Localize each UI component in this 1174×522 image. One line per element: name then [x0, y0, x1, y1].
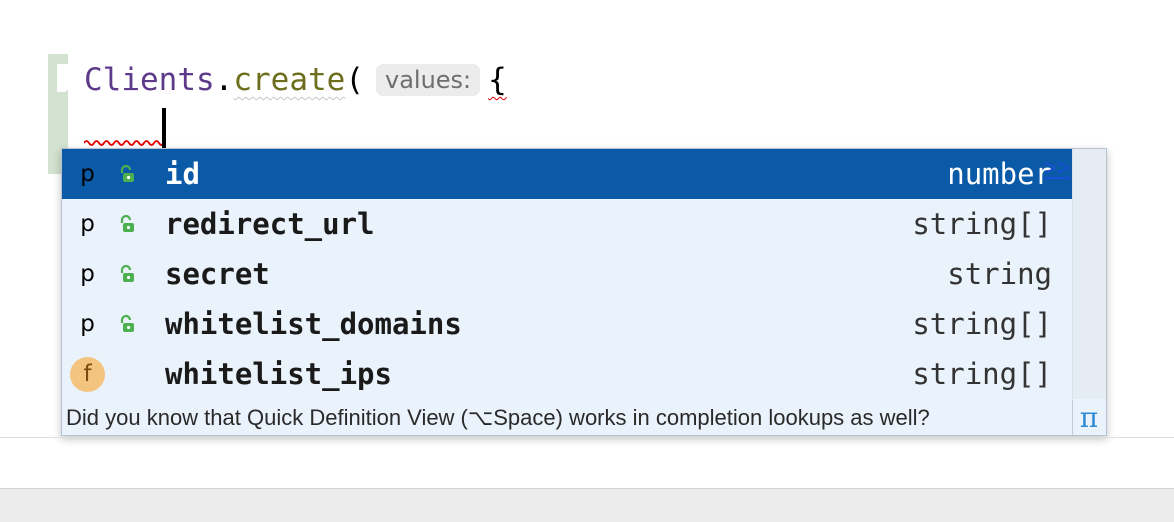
completion-item[interactable]: f whitelist_ips string[] — [62, 349, 1072, 399]
completion-item[interactable]: p id number — [62, 149, 1072, 199]
gutter-fold-notch — [57, 64, 69, 92]
kind-letter: p — [80, 161, 95, 187]
open-brace-token: { — [488, 62, 507, 98]
editor-separator — [0, 437, 1174, 438]
property-icon: p — [70, 207, 105, 242]
kind-letter: f — [83, 361, 92, 387]
public-lock-icon — [120, 214, 134, 232]
public-lock-icon — [120, 314, 134, 332]
property-icon: p — [70, 307, 105, 342]
class-token: Clients — [84, 62, 215, 98]
completion-list[interactable]: p id number p redirect_url string[] p se… — [62, 149, 1072, 399]
status-bar — [0, 488, 1174, 522]
open-paren-token: ( — [345, 62, 364, 98]
code-line[interactable]: Clients. create( values:{ — [84, 58, 507, 102]
completion-item-type: string — [947, 257, 1052, 291]
completion-item-name: secret — [165, 257, 270, 291]
completion-footer-tip: Did you know that Quick Definition View … — [62, 399, 1106, 436]
scrollbar-thumb[interactable] — [1073, 149, 1105, 201]
error-squiggle — [84, 140, 164, 146]
completion-item-type: number — [947, 157, 1052, 191]
completion-item[interactable]: p secret string — [62, 249, 1072, 299]
completion-scrollbar[interactable] — [1072, 149, 1106, 399]
public-lock-icon — [120, 264, 134, 282]
method-token: create — [233, 62, 346, 98]
kind-letter: p — [80, 211, 95, 237]
field-icon: f — [70, 356, 105, 392]
footer-tip-text: Did you know that Quick Definition View … — [66, 404, 930, 430]
completion-item-type: string[] — [912, 357, 1052, 391]
completion-item-name: redirect_url — [165, 207, 375, 241]
completion-popup[interactable]: p id number p redirect_url string[] p se… — [61, 148, 1107, 436]
text-caret — [162, 108, 166, 148]
parameter-hint: values: — [375, 64, 481, 96]
completion-item-name: whitelist_ips — [165, 357, 392, 391]
property-icon: p — [70, 157, 105, 192]
public-lock-icon — [120, 164, 134, 182]
completion-item[interactable]: p redirect_url string[] — [62, 199, 1072, 249]
completion-item-name: whitelist_domains — [165, 307, 462, 341]
completion-item-type: string[] — [912, 307, 1052, 341]
next-tip-link[interactable]: >> — [1044, 155, 1070, 181]
property-icon: p — [70, 257, 105, 292]
pi-icon[interactable]: π — [1072, 400, 1105, 435]
completion-item[interactable]: p whitelist_domains string[] — [62, 299, 1072, 349]
completion-item-name: id — [165, 157, 200, 191]
completion-item-type: string[] — [912, 207, 1052, 241]
kind-letter: p — [80, 261, 95, 287]
kind-letter: p — [80, 311, 95, 337]
dot-token: . — [214, 62, 234, 98]
